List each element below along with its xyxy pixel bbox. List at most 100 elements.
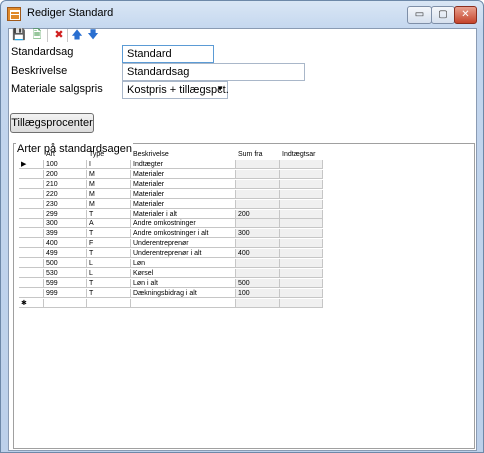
cell-beskrivelse[interactable]: Materialer: [131, 189, 236, 199]
cell-sum-fra[interactable]: [236, 189, 280, 199]
cell-art[interactable]: 100: [44, 160, 87, 169]
cell-beskrivelse[interactable]: Underentreprenør: [131, 239, 236, 249]
table-row[interactable]: 530 L Kørsel: [19, 268, 324, 278]
cell-beskrivelse[interactable]: Materialer: [131, 199, 236, 209]
cell-beskrivelse[interactable]: Kørsel: [131, 268, 236, 278]
row-selector[interactable]: [19, 278, 44, 288]
cell-art[interactable]: 210: [44, 179, 87, 189]
cell-sum-fra[interactable]: [236, 259, 280, 268]
cell-sum-fra[interactable]: [236, 219, 280, 229]
cell-sum-fra[interactable]: [236, 199, 280, 209]
new-row-marker[interactable]: ✱: [19, 298, 44, 308]
cell-type[interactable]: M: [87, 179, 131, 189]
new-record-icon[interactable]: 🗎: [30, 29, 44, 42]
cell-beskrivelse[interactable]: Andre omkostninger: [131, 219, 236, 229]
cell-sum-fra[interactable]: [236, 179, 280, 189]
cell-type[interactable]: T: [87, 278, 131, 288]
table-row[interactable]: 299 T Materialer i alt 200: [19, 209, 324, 219]
move-up-icon[interactable]: 🡅: [70, 29, 84, 42]
row-selector[interactable]: [19, 179, 44, 189]
row-selector[interactable]: [19, 288, 44, 298]
new-row[interactable]: ✱: [19, 298, 324, 308]
table-row[interactable]: ▶ 100 I Indtægter: [19, 160, 324, 169]
cell-type[interactable]: L: [87, 268, 131, 278]
cell-indtaegtsart[interactable]: [280, 268, 323, 278]
row-selector[interactable]: [19, 249, 44, 259]
table-row[interactable]: 400 F Underentreprenør: [19, 239, 324, 249]
row-selector[interactable]: [19, 209, 44, 219]
cell-beskrivelse[interactable]: Løn i alt: [131, 278, 236, 288]
row-selector[interactable]: [19, 259, 44, 268]
cell-type[interactable]: T: [87, 209, 131, 219]
column-header-art[interactable]: Art: [44, 150, 87, 159]
cell-type[interactable]: T: [87, 288, 131, 298]
cell-art[interactable]: 230: [44, 199, 87, 209]
row-selector[interactable]: [19, 229, 44, 239]
save-icon[interactable]: 💾: [12, 29, 26, 42]
new-row-cell[interactable]: [87, 298, 131, 308]
cell-indtaegtsart[interactable]: [280, 249, 323, 259]
cell-art[interactable]: 999: [44, 288, 87, 298]
cell-sum-fra[interactable]: 100: [236, 288, 280, 298]
cell-indtaegtsart[interactable]: [280, 229, 323, 239]
cell-type[interactable]: M: [87, 189, 131, 199]
cell-indtaegtsart[interactable]: [280, 278, 323, 288]
cell-art[interactable]: 500: [44, 259, 87, 268]
cell-indtaegtsart[interactable]: [280, 288, 323, 298]
table-row[interactable]: 200 M Materialer: [19, 169, 324, 179]
cell-indtaegtsart[interactable]: [280, 209, 323, 219]
cell-art[interactable]: 499: [44, 249, 87, 259]
cell-beskrivelse[interactable]: Dækningsbidrag i alt: [131, 288, 236, 298]
cell-sum-fra[interactable]: [236, 268, 280, 278]
cell-sum-fra[interactable]: 200: [236, 209, 280, 219]
cell-beskrivelse[interactable]: Materialer: [131, 179, 236, 189]
move-down-icon[interactable]: 🡇: [86, 29, 100, 42]
cell-beskrivelse[interactable]: Materialer i alt: [131, 209, 236, 219]
new-row-cell[interactable]: [131, 298, 236, 308]
cell-type[interactable]: I: [87, 160, 131, 169]
cell-art[interactable]: 299: [44, 209, 87, 219]
new-row-cell[interactable]: [44, 298, 87, 308]
row-selector[interactable]: [19, 239, 44, 249]
table-row[interactable]: 999 T Dækningsbidrag i alt 100: [19, 288, 324, 298]
standardsag-field[interactable]: Standard: [122, 45, 214, 63]
table-row[interactable]: 210 M Materialer: [19, 179, 324, 189]
table-row[interactable]: 220 M Materialer: [19, 189, 324, 199]
row-selector[interactable]: [19, 169, 44, 179]
maximize-button[interactable]: ▢: [431, 6, 455, 24]
close-button[interactable]: ✕: [454, 6, 477, 24]
cell-art[interactable]: 200: [44, 169, 87, 179]
cell-art[interactable]: 400: [44, 239, 87, 249]
table-row[interactable]: 500 L Løn: [19, 259, 324, 268]
column-header-beskrivelse[interactable]: Beskrivelse: [131, 150, 236, 159]
cell-type[interactable]: T: [87, 249, 131, 259]
beskrivelse-field[interactable]: Standardsag: [122, 63, 305, 81]
cell-indtaegtsart[interactable]: [280, 219, 323, 229]
tillaegsprocenter-button[interactable]: Tillægsprocenter: [10, 113, 94, 133]
cell-type[interactable]: T: [87, 229, 131, 239]
row-selector[interactable]: [19, 219, 44, 229]
cell-beskrivelse[interactable]: Underentreprenør i alt: [131, 249, 236, 259]
column-header-sum-fra[interactable]: Sum fra: [236, 150, 280, 159]
cell-art[interactable]: 599: [44, 278, 87, 288]
row-selector[interactable]: [19, 189, 44, 199]
new-row-cell[interactable]: [236, 298, 280, 308]
cell-type[interactable]: F: [87, 239, 131, 249]
row-selector[interactable]: [19, 268, 44, 278]
cell-beskrivelse[interactable]: Indtægter: [131, 160, 236, 169]
cell-indtaegtsart[interactable]: [280, 179, 323, 189]
cell-art[interactable]: 399: [44, 229, 87, 239]
row-selector[interactable]: [19, 199, 44, 209]
cell-sum-fra[interactable]: [236, 239, 280, 249]
cell-art[interactable]: 300: [44, 219, 87, 229]
row-selector[interactable]: ▶: [19, 160, 44, 169]
column-header-type[interactable]: Type: [87, 150, 131, 159]
cell-indtaegtsart[interactable]: [280, 169, 323, 179]
column-header-indtaegtsart[interactable]: Indtægtsar: [280, 150, 323, 159]
cell-indtaegtsart[interactable]: [280, 160, 323, 169]
delete-icon[interactable]: ✖: [52, 29, 66, 42]
cell-beskrivelse[interactable]: Løn: [131, 259, 236, 268]
cell-indtaegtsart[interactable]: [280, 189, 323, 199]
cell-indtaegtsart[interactable]: [280, 239, 323, 249]
cell-type[interactable]: A: [87, 219, 131, 229]
